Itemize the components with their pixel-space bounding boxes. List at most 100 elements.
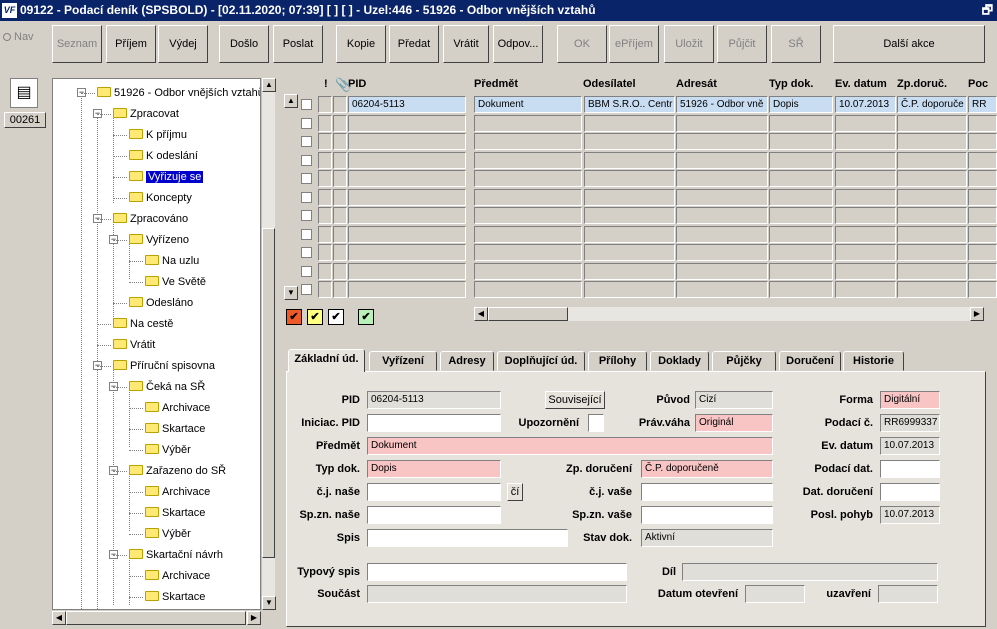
file-type-field[interactable] [367,563,627,581]
table-cell[interactable] [474,188,582,206]
table-cell[interactable] [318,114,332,132]
tab[interactable]: Půjčky [712,351,776,371]
scroll-down-icon[interactable]: ▼ [262,596,276,610]
table-cell[interactable] [968,281,997,298]
table-cell[interactable] [584,207,675,224]
tree-vertical-scrollbar[interactable]: ▲ ▼ [261,78,276,610]
table-cell[interactable] [333,281,347,298]
column-header[interactable]: Ev. datum [835,76,897,93]
column-header[interactable]: PID [348,76,468,93]
table-cell[interactable] [333,96,347,113]
grid-vertical-scrollbar[interactable]: ▲ ▼ [284,94,298,300]
registration-date-field[interactable]: 10.07.2013 [880,437,940,455]
tab[interactable]: Vyřízení [369,351,437,371]
table-cell[interactable] [835,262,896,280]
table-cell[interactable] [676,188,768,206]
table-cell[interactable]: Č.P. doporuče [897,96,967,113]
table-cell[interactable] [318,151,332,169]
scroll-up-icon[interactable]: ▲ [284,94,298,108]
table-cell[interactable] [968,225,997,243]
column-header[interactable]: ! [324,76,334,93]
toolbar-button[interactable]: Výdej [158,25,208,63]
tree-node[interactable]: Skartace [145,504,205,522]
table-cell[interactable] [897,114,967,132]
table-cell[interactable] [676,244,768,261]
table-cell[interactable] [348,281,466,298]
tree-node[interactable]: Skartace [145,588,205,606]
toolbar-button[interactable]: Kopie [336,25,386,63]
toolbar-button[interactable]: Uložit [664,25,714,63]
table-cell[interactable]: Dopis [769,96,833,113]
table-cell[interactable] [769,114,833,132]
our-file-mark-field[interactable] [367,506,501,524]
document-type-field[interactable]: Dopis [367,460,501,478]
your-ref-field[interactable] [641,483,773,501]
row-checkbox[interactable] [301,284,312,295]
toolbar-button[interactable]: ePříjem [609,25,659,63]
table-cell[interactable] [968,114,997,132]
table-cell[interactable] [348,114,466,132]
column-header[interactable]: Odesílatel [583,76,675,93]
table-cell[interactable] [897,207,967,224]
table-cell[interactable] [348,170,466,187]
row-checkbox[interactable] [301,265,312,277]
tab[interactable]: Adresy [440,351,494,371]
tree-node[interactable]: Odesláno [129,294,193,312]
tree-node[interactable]: Skartační návrh [129,546,223,564]
tree-node[interactable]: Čeká na SŘ [129,378,205,396]
row-checkbox[interactable] [301,210,312,221]
table-cell[interactable]: 51926 - Odbor vně [676,96,768,113]
table-cell[interactable] [348,244,466,261]
table-cell[interactable] [835,170,896,187]
table-cell[interactable] [318,133,332,150]
table-cell[interactable] [318,96,332,113]
scroll-thumb[interactable] [262,228,275,558]
table-cell[interactable] [897,225,967,243]
table-cell[interactable] [333,262,347,280]
table-cell[interactable] [474,244,582,261]
table-cell[interactable] [769,151,833,169]
legend-green-check[interactable]: ✔ [358,309,374,325]
table-cell[interactable] [318,170,332,187]
table-cell[interactable] [348,225,466,243]
tree-node[interactable]: Vyřízeno [129,231,189,249]
scroll-right-icon[interactable]: ▶ [247,611,261,625]
table-cell[interactable] [769,207,833,224]
table-cell[interactable] [318,225,332,243]
table-cell[interactable] [968,151,997,169]
tree-node[interactable]: Archivace [145,399,210,417]
legal-weight-field[interactable]: Originál [695,414,773,432]
tree-node[interactable]: Archivace [145,483,210,501]
table-cell[interactable] [897,170,967,187]
tree-node[interactable]: Výběr [145,525,191,543]
our-ref-field[interactable] [367,483,501,501]
table-cell[interactable]: RR [968,96,997,113]
related-button[interactable]: Související [545,391,605,409]
tab[interactable]: Historie [843,351,904,371]
table-cell[interactable] [769,170,833,187]
open-date-field[interactable] [745,585,805,603]
row-checkbox[interactable] [301,191,312,203]
document-list-icon[interactable]: ▤ [10,78,38,108]
table-cell[interactable] [474,281,582,298]
table-cell[interactable] [968,207,997,224]
scroll-left-icon[interactable]: ◀ [52,611,66,625]
tree-node[interactable]: Zpracovat [113,105,179,123]
table-cell[interactable] [318,188,332,206]
table-cell[interactable] [676,151,768,169]
table-cell[interactable] [835,151,896,169]
table-cell[interactable] [835,244,896,261]
component-field[interactable] [367,585,627,603]
tree-node[interactable]: Zpracováno [113,210,188,228]
table-cell[interactable] [348,262,466,280]
table-cell[interactable] [968,133,997,150]
table-cell[interactable] [676,170,768,187]
column-header[interactable]: Zp.doruč. [897,76,967,93]
table-cell[interactable] [584,244,675,261]
toolbar-button[interactable]: OK [557,25,607,63]
table-cell[interactable] [333,170,347,187]
toolbar-button[interactable]: Došlo [219,25,269,63]
table-cell[interactable] [584,133,675,150]
toolbar-button[interactable]: Poslat [273,25,323,63]
tab[interactable]: Přílohy [588,351,647,371]
